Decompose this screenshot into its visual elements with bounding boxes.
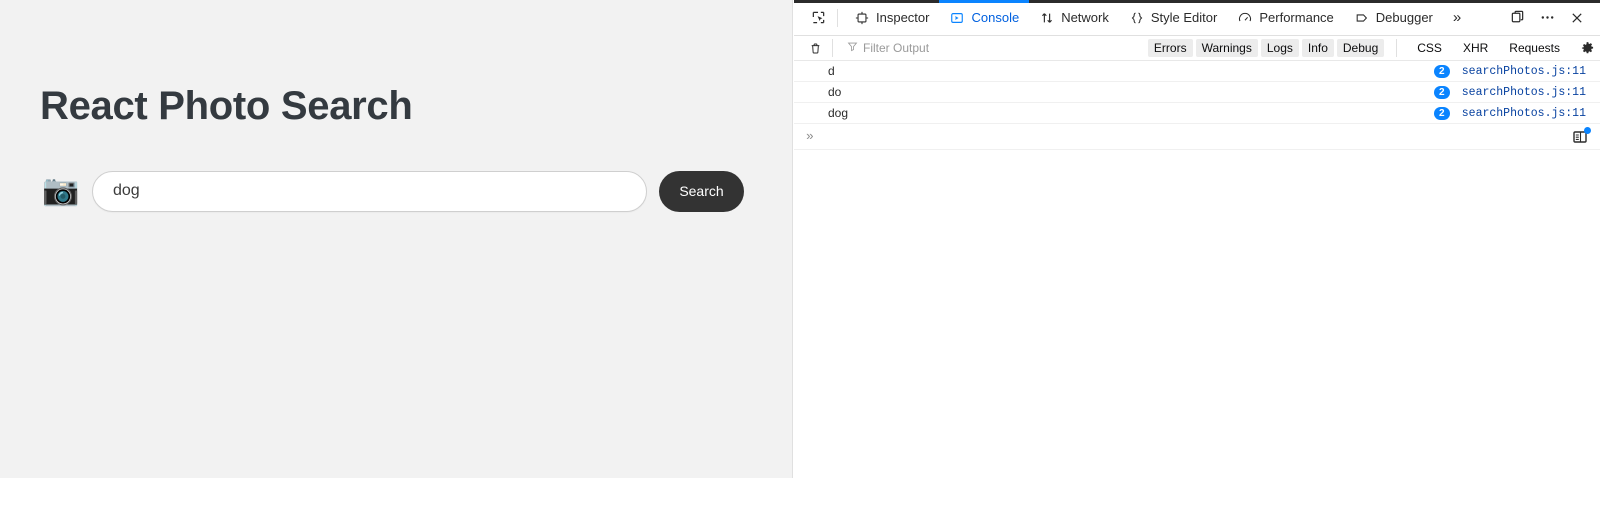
log-source-link[interactable]: searchPhotos.js:11: [1462, 65, 1600, 78]
console-command-input[interactable]: [821, 124, 1568, 149]
inspector-icon: [854, 10, 870, 26]
tab-inspector[interactable]: Inspector: [844, 0, 939, 35]
element-picker-icon[interactable]: [805, 6, 831, 30]
tab-network-label: Network: [1061, 10, 1109, 25]
filter-category-toggles: CSS XHR Requests: [1403, 39, 1574, 57]
toolbar-overflow-icon[interactable]: »: [1443, 0, 1471, 35]
tab-style-editor[interactable]: Style Editor: [1119, 0, 1227, 35]
camera-icon: 📷: [42, 174, 80, 207]
debugger-icon: [1354, 10, 1370, 26]
log-source-link[interactable]: searchPhotos.js:11: [1462, 107, 1600, 120]
console-filter-bar: Errors Warnings Logs Info Debug CSS XHR …: [794, 36, 1600, 61]
log-repeat-badge: 2: [1433, 64, 1450, 78]
filter-level-toggles: Errors Warnings Logs Info Debug: [1147, 39, 1390, 57]
filter-input[interactable]: [863, 38, 1148, 58]
console-prompt-row[interactable]: »: [794, 124, 1600, 150]
tab-debugger-label: Debugger: [1375, 10, 1433, 25]
funnel-icon: [847, 41, 858, 55]
performance-icon: [1237, 10, 1253, 26]
tab-style-editor-label: Style Editor: [1150, 10, 1218, 25]
dock-split-icon[interactable]: [1502, 3, 1532, 33]
screenshot-root: React Photo Search 📷 Search: [0, 0, 1600, 510]
filter-toggle-requests[interactable]: Requests: [1503, 39, 1566, 57]
table-row[interactable]: d 2 searchPhotos.js:11: [794, 61, 1600, 82]
editor-mode-indicator-dot: [1584, 126, 1591, 134]
filterbar-divider-2: [1396, 39, 1398, 57]
network-icon: [1039, 10, 1055, 26]
filter-toggle-errors[interactable]: Errors: [1147, 39, 1193, 57]
tab-performance[interactable]: Performance: [1227, 0, 1343, 35]
log-message: do: [828, 85, 842, 99]
filterbar-divider: [832, 39, 833, 57]
console-icon: [949, 10, 965, 26]
log-message: dog: [828, 106, 849, 120]
devtools-panel: Inspector Console Network Style Editor P…: [794, 0, 1600, 510]
filter-toggle-css[interactable]: CSS: [1411, 39, 1448, 57]
filter-toggle-debug[interactable]: Debug: [1336, 39, 1385, 57]
table-row[interactable]: do 2 searchPhotos.js:11: [794, 82, 1600, 103]
tab-performance-label: Performance: [1259, 10, 1334, 25]
filter-input-group: [839, 38, 1148, 58]
page-title: React Photo Search: [40, 84, 413, 128]
filter-toggle-warnings[interactable]: Warnings: [1195, 39, 1258, 57]
log-message: d: [828, 64, 835, 78]
filter-toggle-logs[interactable]: Logs: [1260, 39, 1299, 57]
trash-icon[interactable]: [804, 38, 826, 58]
devtools-toolbar: Inspector Console Network Style Editor P…: [794, 0, 1600, 36]
tab-console[interactable]: Console: [939, 0, 1029, 35]
style-editor-icon: [1129, 10, 1145, 26]
table-row[interactable]: dog 2 searchPhotos.js:11: [794, 103, 1600, 124]
search-input[interactable]: [92, 170, 647, 212]
tab-network[interactable]: Network: [1029, 0, 1119, 35]
log-source-link[interactable]: searchPhotos.js:11: [1462, 86, 1600, 99]
tab-console-label: Console: [971, 10, 1020, 25]
page-viewport: React Photo Search 📷 Search: [0, 0, 793, 478]
console-output: d 2 searchPhotos.js:11 do 2 searchPhotos…: [794, 61, 1600, 150]
editor-mode-icon[interactable]: [1568, 126, 1592, 148]
search-form: 📷 Search: [40, 170, 744, 212]
filter-toggle-xhr[interactable]: XHR: [1457, 39, 1494, 57]
toolbar-divider: [837, 8, 838, 27]
log-repeat-badge: 2: [1433, 106, 1450, 120]
gear-icon[interactable]: [1574, 37, 1600, 59]
tab-inspector-label: Inspector: [876, 10, 930, 25]
search-button[interactable]: Search: [659, 170, 744, 212]
more-options-icon[interactable]: [1532, 3, 1562, 33]
close-icon[interactable]: [1562, 3, 1592, 33]
filter-toggle-info[interactable]: Info: [1301, 39, 1334, 57]
tab-debugger[interactable]: Debugger: [1344, 0, 1443, 35]
log-repeat-badge: 2: [1433, 85, 1450, 99]
prompt-chevron-icon: »: [806, 129, 814, 144]
